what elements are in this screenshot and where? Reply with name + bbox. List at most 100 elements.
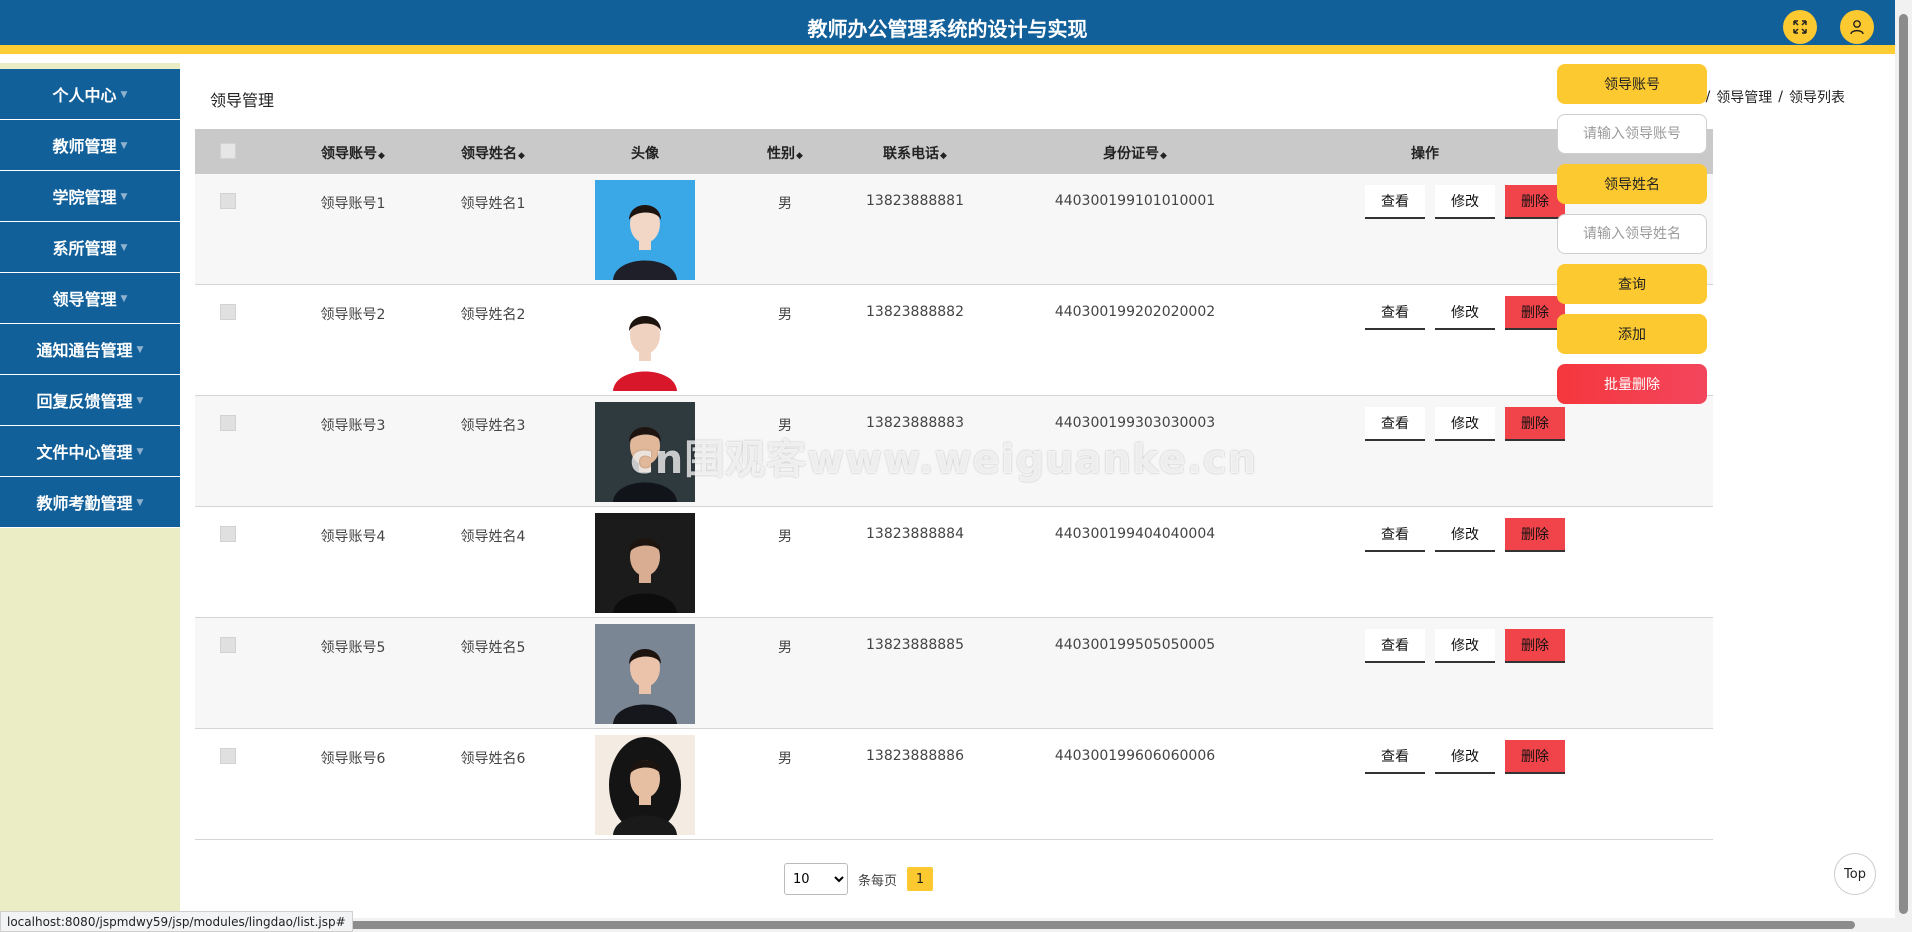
- cell-account: 领导账号5: [320, 640, 386, 656]
- row-checkbox[interactable]: [220, 415, 236, 431]
- name-label: 领导姓名: [1557, 164, 1707, 204]
- cell-phone: 13823888884: [866, 526, 964, 542]
- leader-table: 领导账号◆ 领导姓名◆ 头像 性别◆ 联系电话◆ 身份证号◆ 操作 领导账号1 …: [195, 129, 1713, 840]
- page-size-select[interactable]: 10: [784, 863, 848, 895]
- edit-button[interactable]: 修改: [1435, 740, 1495, 774]
- row-checkbox[interactable]: [220, 526, 236, 542]
- row-checkbox[interactable]: [220, 304, 236, 320]
- row-checkbox[interactable]: [220, 748, 236, 764]
- pagination: 10 条每页 1: [784, 863, 934, 895]
- view-button[interactable]: 查看: [1365, 296, 1425, 330]
- edit-button[interactable]: 修改: [1435, 296, 1495, 330]
- scrollbar-thumb[interactable]: [1899, 14, 1908, 914]
- user-icon: [1850, 20, 1864, 35]
- delete-button[interactable]: 删除: [1505, 185, 1565, 219]
- table-row: 领导账号3 领导姓名3 男 13823888883 44030019930303…: [195, 396, 1713, 507]
- add-button[interactable]: 添加: [1557, 314, 1707, 354]
- cell-sex: 男: [778, 307, 792, 323]
- select-all-checkbox[interactable]: [220, 143, 236, 159]
- delete-button[interactable]: 删除: [1505, 629, 1565, 663]
- cell-name: 领导姓名4: [460, 529, 526, 545]
- header-name[interactable]: 领导姓名◆: [433, 143, 553, 163]
- view-button[interactable]: 查看: [1365, 185, 1425, 219]
- scrollbar-thumb[interactable]: [220, 921, 1855, 929]
- sidebar-item-label: 领导管理: [52, 290, 117, 309]
- row-checkbox-cell: [220, 748, 236, 764]
- cell-id-number: 440300199303030003: [1054, 415, 1216, 431]
- sidebar-item-department[interactable]: 系所管理 ▼: [0, 222, 180, 273]
- caret-down-icon: ▼: [120, 90, 128, 100]
- page-number-button[interactable]: 1: [907, 867, 934, 891]
- vertical-scrollbar[interactable]: [1895, 0, 1912, 932]
- header-account[interactable]: 领导账号◆: [293, 143, 413, 163]
- user-avatar-icon[interactable]: [1840, 10, 1874, 44]
- row-checkbox-cell: [220, 637, 236, 653]
- page-title: 领导管理: [210, 91, 275, 110]
- header-operations: 操作: [1411, 146, 1439, 162]
- sidebar-item-college[interactable]: 学院管理 ▼: [0, 171, 180, 222]
- breadcrumb-separator: /: [1778, 89, 1783, 105]
- cell-name: 领导姓名2: [460, 307, 526, 323]
- cell-id-number: 440300199202020002: [1054, 304, 1216, 320]
- row-checkbox[interactable]: [220, 193, 236, 209]
- sidebar-item-personal-center[interactable]: 个人中心 ▼: [0, 69, 180, 120]
- batch-delete-button[interactable]: 批量删除: [1557, 364, 1707, 404]
- per-page-label: 条每页: [858, 873, 898, 889]
- sidebar-item-attendance[interactable]: 教师考勤管理 ▼: [0, 477, 180, 528]
- caret-down-icon: ▼: [136, 396, 144, 406]
- cell-id-number: 440300199101010001: [1054, 193, 1216, 209]
- view-button[interactable]: 查看: [1365, 740, 1425, 774]
- cell-id-number: 440300199505050005: [1054, 637, 1216, 653]
- breadcrumb-parent[interactable]: 领导管理: [1716, 87, 1772, 107]
- sidebar-item-teacher[interactable]: 教师管理 ▼: [0, 120, 180, 171]
- view-button[interactable]: 查看: [1365, 629, 1425, 663]
- header-avatar: 头像: [631, 146, 659, 162]
- account-search-input[interactable]: [1557, 114, 1707, 154]
- delete-button[interactable]: 删除: [1505, 518, 1565, 552]
- cell-operations: 查看 修改 删除: [1365, 518, 1625, 552]
- fullscreen-icon[interactable]: [1783, 10, 1817, 44]
- cell-avatar: [595, 735, 695, 835]
- caret-down-icon: ▼: [136, 447, 144, 457]
- status-url: localhost:8080/jspmdwy59/jsp/modules/lin…: [0, 911, 353, 932]
- row-checkbox[interactable]: [220, 637, 236, 653]
- sidebar-item-notice[interactable]: 通知通告管理 ▼: [0, 324, 180, 375]
- cell-account: 领导账号6: [320, 751, 386, 767]
- edit-button[interactable]: 修改: [1435, 407, 1495, 441]
- edit-button[interactable]: 修改: [1435, 518, 1495, 552]
- cell-name: 领导姓名5: [460, 640, 526, 656]
- name-search-input[interactable]: [1557, 214, 1707, 254]
- back-to-top-button[interactable]: Top: [1834, 853, 1876, 895]
- header-phone[interactable]: 联系电话◆: [835, 143, 995, 163]
- delete-button[interactable]: 删除: [1505, 740, 1565, 774]
- view-button[interactable]: 查看: [1365, 407, 1425, 441]
- header-label: 身份证号: [1103, 146, 1160, 162]
- view-button[interactable]: 查看: [1365, 518, 1425, 552]
- cell-account: 领导账号4: [320, 529, 386, 545]
- sort-icon: ◆: [940, 151, 947, 161]
- delete-button[interactable]: 删除: [1505, 296, 1565, 330]
- cell-id-number: 440300199404040004: [1054, 526, 1216, 542]
- top-header: 教师办公管理系统的设计与实现: [0, 0, 1895, 54]
- cell-sex: 男: [778, 529, 792, 545]
- caret-down-icon: ▼: [136, 498, 144, 508]
- table-body: 领导账号1 领导姓名1 男 13823888881 44030019910101…: [195, 174, 1713, 840]
- caret-down-icon: ▼: [120, 141, 128, 151]
- header-label: 领导姓名: [461, 146, 518, 162]
- caret-down-icon: ▼: [120, 243, 128, 253]
- header-sex[interactable]: 性别◆: [755, 143, 815, 163]
- sidebar-item-label: 个人中心: [52, 86, 117, 105]
- cell-avatar: [595, 513, 695, 613]
- cell-operations: 查看 修改 删除: [1365, 629, 1625, 663]
- header-id-number[interactable]: 身份证号◆: [1035, 143, 1235, 163]
- sidebar-item-leader[interactable]: 领导管理 ▼: [0, 273, 180, 324]
- query-button[interactable]: 查询: [1557, 264, 1707, 304]
- sort-icon: ◆: [518, 151, 525, 161]
- cell-avatar: [595, 624, 695, 724]
- delete-button[interactable]: 删除: [1505, 407, 1565, 441]
- edit-button[interactable]: 修改: [1435, 185, 1495, 219]
- edit-button[interactable]: 修改: [1435, 629, 1495, 663]
- sidebar-item-files[interactable]: 文件中心管理 ▼: [0, 426, 180, 477]
- avatar-photo: [595, 291, 695, 391]
- sidebar-item-feedback[interactable]: 回复反馈管理 ▼: [0, 375, 180, 426]
